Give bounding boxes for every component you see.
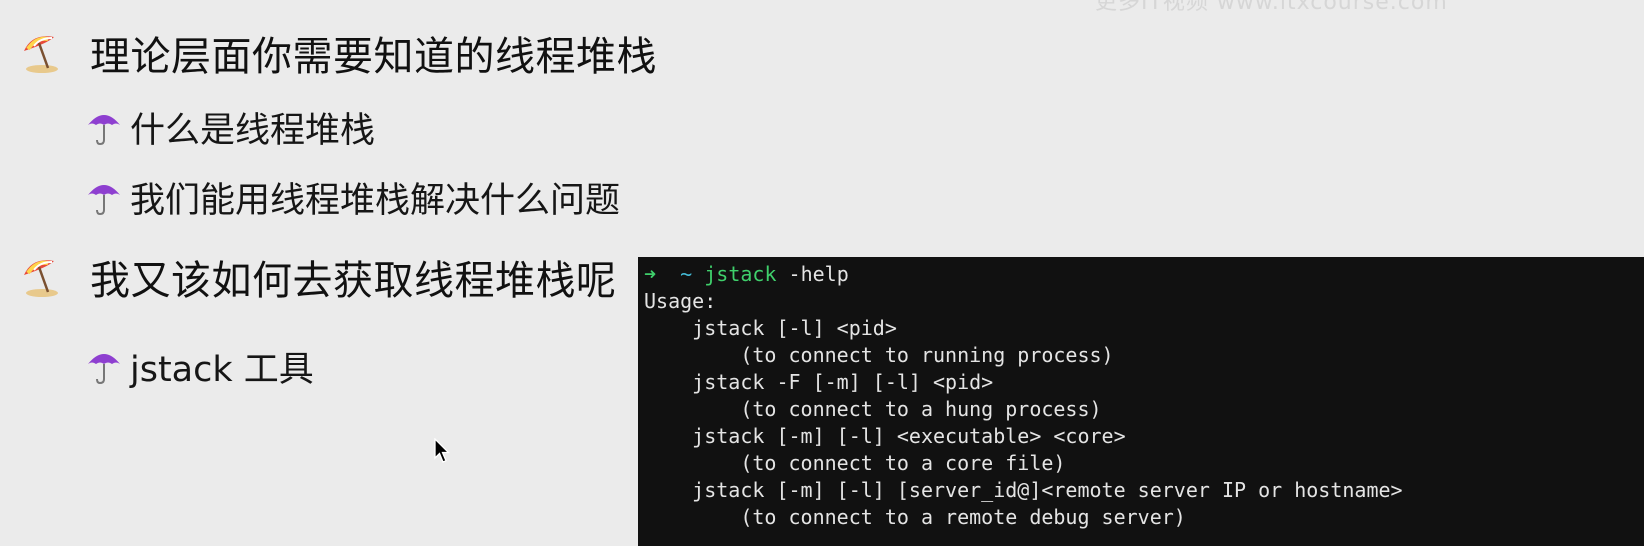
heading-item-1: 理论层面你需要知道的线程堆栈 <box>18 24 657 82</box>
terminal-output-line: jstack [-l] <pid> <box>644 316 897 340</box>
terminal-output-line: jstack [-m] [-l] <executable> <core> <box>644 424 1126 448</box>
terminal-command: jstack <box>704 262 777 286</box>
terminal-output-line: jstack -F [-m] [-l] <pid> <box>644 370 994 394</box>
umbrella-icon <box>86 348 122 386</box>
terminal-output-line: Usage: <box>644 289 717 313</box>
mouse-pointer-icon <box>434 437 451 464</box>
subitem-1: 什么是线程堆栈 <box>86 102 375 153</box>
beach-umbrella-icon <box>18 253 66 301</box>
umbrella-icon <box>86 179 122 217</box>
umbrella-icon <box>86 109 122 147</box>
heading-item-2: 我又该如何去获取线程堆栈呢 <box>18 248 617 306</box>
terminal-command-args: -help <box>776 262 849 286</box>
prompt-arrow-icon: ➜ <box>644 262 657 286</box>
prompt-directory: ~ <box>680 262 693 286</box>
subitem-text: 什么是线程堆栈 <box>130 111 376 151</box>
beach-umbrella-icon <box>18 29 66 77</box>
terminal-output-line: jstack [-m] [-l] [server_id@]<remote ser… <box>644 478 1403 502</box>
watermark-text: 更多IT视频 www.itxcourse.com <box>1095 0 1448 15</box>
terminal-output-line: (to connect to running process) <box>644 343 1114 367</box>
subitem-2: 我们能用线程堆栈解决什么问题 <box>86 172 620 223</box>
subitem-text: jstack 工具 <box>130 350 314 390</box>
heading-text: 理论层面你需要知道的线程堆栈 <box>90 34 657 80</box>
terminal-prompt-line: ➜ ~ jstack -help <box>644 261 849 288</box>
slide-canvas: 更多IT视频 www.itxcourse.com 理论层面你需要知道的线程堆栈 … <box>0 0 1644 546</box>
terminal-output-line: (to connect to a core file) <box>644 451 1066 475</box>
terminal-window[interactable]: ➜ ~ jstack -help Usage: jstack [-l] <pid… <box>638 257 1644 546</box>
terminal-output-line: (to connect to a remote debug server) <box>644 505 1186 529</box>
subitem-text: 我们能用线程堆栈解决什么问题 <box>130 181 621 221</box>
subitem-3: jstack 工具 <box>86 341 314 392</box>
terminal-output-line: (to connect to a hung process) <box>644 397 1102 421</box>
heading-text: 我又该如何去获取线程堆栈呢 <box>90 258 617 304</box>
